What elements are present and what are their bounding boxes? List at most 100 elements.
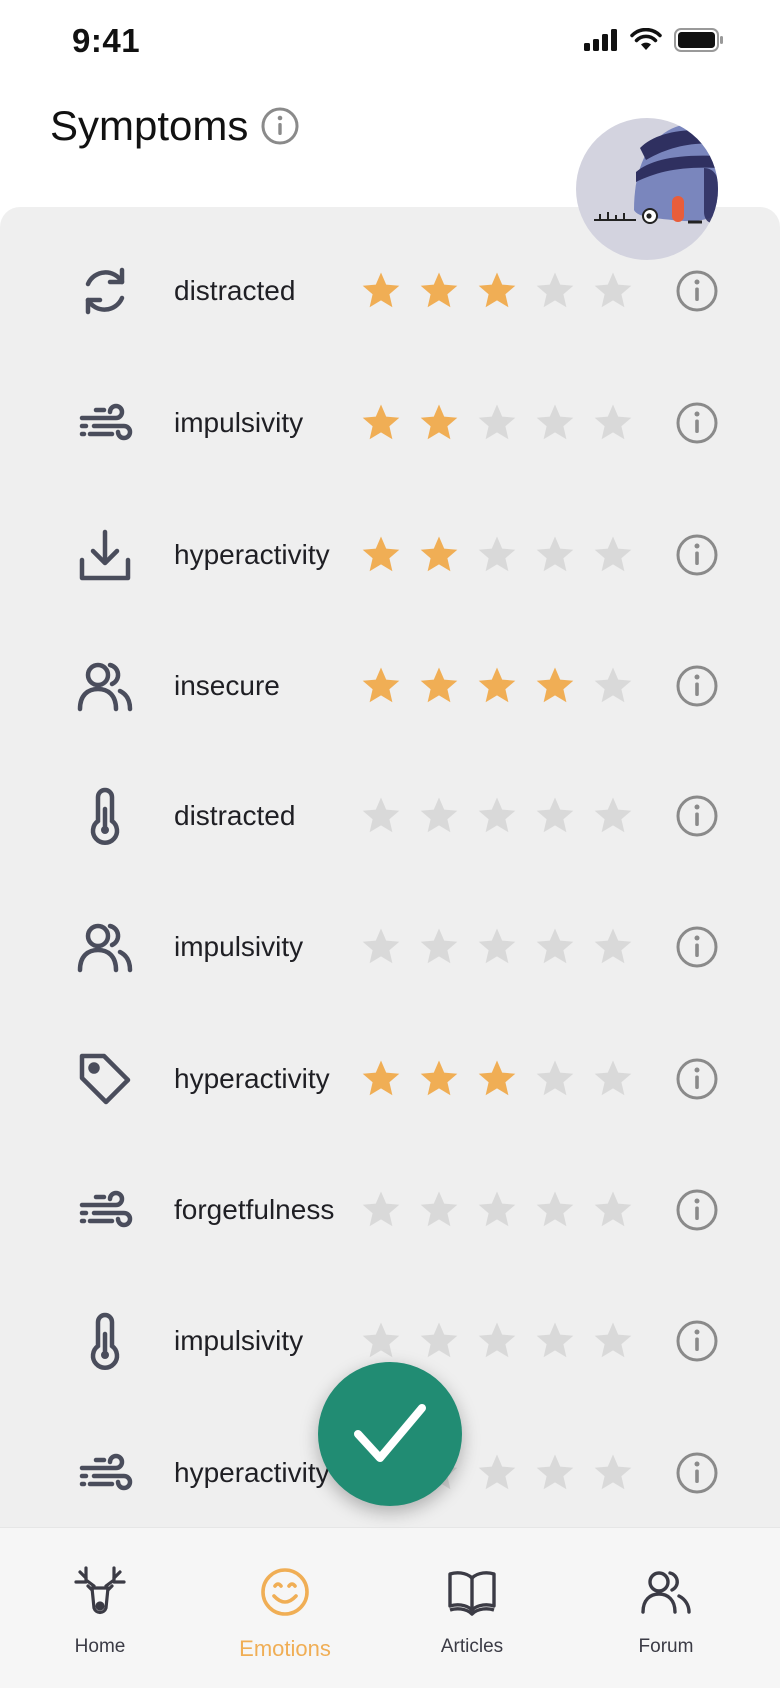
star-empty-icon[interactable] (477, 1321, 517, 1361)
star-filled-icon[interactable] (535, 666, 575, 706)
star-empty-icon[interactable] (361, 927, 401, 967)
star-empty-icon[interactable] (593, 403, 633, 443)
star-filled-icon[interactable] (361, 1059, 401, 1099)
star-rating (361, 1144, 633, 1276)
star-filled-icon[interactable] (477, 271, 517, 311)
star-rating (361, 620, 633, 752)
info-icon[interactable] (675, 401, 719, 445)
symptom-label: distracted (174, 275, 296, 306)
star-empty-icon[interactable] (535, 1453, 575, 1493)
star-rating (361, 750, 633, 882)
info-icon[interactable] (675, 1319, 719, 1363)
tab-label: Home (74, 1636, 126, 1657)
star-filled-icon[interactable] (419, 535, 459, 575)
star-empty-icon[interactable] (477, 535, 517, 575)
symptom-label: hyperactivity (174, 1457, 330, 1488)
tab-label: Forum (638, 1636, 694, 1657)
confirm-button[interactable] (318, 1362, 462, 1506)
users-icon (76, 881, 134, 1013)
status-bar: 9:41 (0, 0, 780, 88)
info-icon[interactable] (675, 1057, 719, 1101)
star-empty-icon[interactable] (593, 271, 633, 311)
star-empty-icon[interactable] (593, 666, 633, 706)
symptom-label: forgetfulness (174, 1194, 335, 1225)
wind-icon (76, 1144, 134, 1276)
star-empty-icon[interactable] (361, 796, 401, 836)
star-rating (361, 225, 633, 357)
star-rating (361, 357, 633, 489)
star-filled-icon[interactable] (361, 271, 401, 311)
star-filled-icon[interactable] (361, 666, 401, 706)
info-icon[interactable] (675, 269, 719, 313)
deer-icon (72, 1564, 128, 1620)
symptom-label: hyperactivity (174, 539, 330, 570)
info-icon[interactable] (675, 794, 719, 838)
star-filled-icon[interactable] (419, 666, 459, 706)
avatar[interactable] (576, 118, 718, 260)
star-empty-icon[interactable] (361, 1321, 401, 1361)
star-empty-icon[interactable] (419, 1190, 459, 1230)
info-icon[interactable] (675, 533, 719, 577)
info-icon[interactable] (675, 664, 719, 708)
star-empty-icon[interactable] (535, 796, 575, 836)
star-empty-icon[interactable] (593, 1321, 633, 1361)
star-empty-icon[interactable] (593, 1190, 633, 1230)
symptom-label: impulsivity (174, 1325, 304, 1356)
symptoms-panel[interactable]: distracted impulsivity hyperactivity insecu… (0, 207, 780, 1527)
star-empty-icon[interactable] (419, 796, 459, 836)
star-empty-icon[interactable] (477, 403, 517, 443)
info-icon[interactable] (260, 106, 300, 146)
star-empty-icon[interactable] (477, 927, 517, 967)
symptom-label: distracted (174, 800, 296, 831)
star-empty-icon[interactable] (593, 796, 633, 836)
star-empty-icon[interactable] (361, 1190, 401, 1230)
star-rating (361, 489, 633, 621)
star-empty-icon[interactable] (535, 1190, 575, 1230)
star-rating (361, 881, 633, 1013)
symptom-row: forgetfulness (0, 1144, 780, 1276)
star-empty-icon[interactable] (535, 927, 575, 967)
star-filled-icon[interactable] (477, 666, 517, 706)
download-icon (76, 489, 134, 621)
star-empty-icon[interactable] (477, 1453, 517, 1493)
tab-forum[interactable]: Forum (586, 1528, 746, 1688)
tab-emotions[interactable]: Emotions (205, 1528, 365, 1688)
star-empty-icon[interactable] (535, 1059, 575, 1099)
symptom-row: insecure (0, 620, 780, 752)
info-icon[interactable] (675, 925, 719, 969)
symptom-label: impulsivity (174, 407, 304, 438)
info-icon[interactable] (675, 1451, 719, 1495)
tab-articles[interactable]: Articles (392, 1528, 552, 1688)
tab-label: Emotions (239, 1636, 331, 1661)
check-icon (354, 1404, 426, 1462)
star-empty-icon[interactable] (477, 796, 517, 836)
battery-icon (674, 28, 723, 52)
star-empty-icon[interactable] (535, 271, 575, 311)
tab-home[interactable]: Home (20, 1528, 180, 1688)
star-empty-icon[interactable] (535, 403, 575, 443)
star-filled-icon[interactable] (419, 271, 459, 311)
refresh-icon (76, 225, 134, 357)
star-empty-icon[interactable] (535, 535, 575, 575)
star-empty-icon[interactable] (593, 535, 633, 575)
symptom-row: hyperactivity (0, 1013, 780, 1145)
star-empty-icon[interactable] (535, 1321, 575, 1361)
star-empty-icon[interactable] (419, 1321, 459, 1361)
star-empty-icon[interactable] (593, 1059, 633, 1099)
wind-icon (76, 357, 134, 489)
star-filled-icon[interactable] (419, 1059, 459, 1099)
wifi-icon (630, 28, 662, 50)
star-filled-icon[interactable] (361, 403, 401, 443)
tag-icon (76, 1013, 134, 1145)
info-icon[interactable] (675, 1188, 719, 1232)
smile-icon (257, 1564, 313, 1620)
title-wrap: Symptoms (50, 102, 300, 150)
star-empty-icon[interactable] (593, 927, 633, 967)
star-empty-icon[interactable] (477, 1190, 517, 1230)
star-filled-icon[interactable] (361, 535, 401, 575)
star-empty-icon[interactable] (593, 1453, 633, 1493)
star-empty-icon[interactable] (419, 927, 459, 967)
signal-icon (584, 29, 617, 51)
star-filled-icon[interactable] (477, 1059, 517, 1099)
star-filled-icon[interactable] (419, 403, 459, 443)
